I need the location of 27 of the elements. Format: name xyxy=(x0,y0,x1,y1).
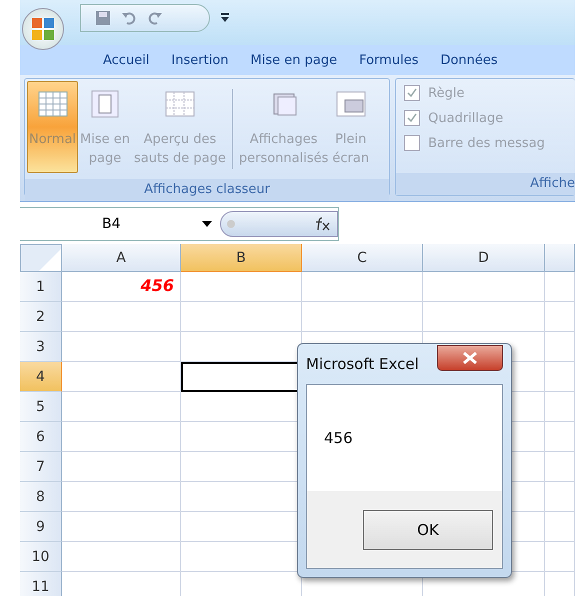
ribbon-tab[interactable]: Insertion xyxy=(160,52,240,68)
dialog-title: Microsoft Excel xyxy=(306,355,419,373)
row-header[interactable]: 11 xyxy=(20,572,62,596)
row-header[interactable]: 8 xyxy=(20,482,62,512)
name-box[interactable]: B4 xyxy=(20,208,220,240)
dialog-message: 456 xyxy=(324,429,353,447)
row-header[interactable]: 6 xyxy=(20,422,62,452)
row-header[interactable]: 1 xyxy=(20,272,62,302)
ribbon-tab[interactable]: Données xyxy=(429,52,509,68)
row-header[interactable]: 9 xyxy=(20,512,62,542)
row-header[interactable]: 5 xyxy=(20,392,62,422)
row-header[interactable]: 2 xyxy=(20,302,62,332)
row-header[interactable]: 4 xyxy=(20,362,62,392)
table-cell[interactable]: 456 xyxy=(62,272,181,302)
row-header[interactable]: 3 xyxy=(20,332,62,362)
column-header[interactable]: A xyxy=(62,244,181,272)
ribbon-tab[interactable]: Accueil xyxy=(92,52,160,68)
group-label: Affichages classeur xyxy=(25,179,390,201)
ok-button[interactable]: OK xyxy=(363,510,493,550)
column-header[interactable]: D xyxy=(423,244,545,272)
column-header[interactable]: B xyxy=(181,244,302,272)
row-header[interactable]: 7 xyxy=(20,452,62,482)
column-header[interactable]: C xyxy=(302,244,423,272)
ribbon-tab[interactable]: Mise en page xyxy=(240,52,348,68)
ribbon-tab[interactable]: Formules xyxy=(348,52,430,68)
group-label: Affiche xyxy=(396,173,575,195)
row-header[interactable]: 10 xyxy=(20,542,62,572)
